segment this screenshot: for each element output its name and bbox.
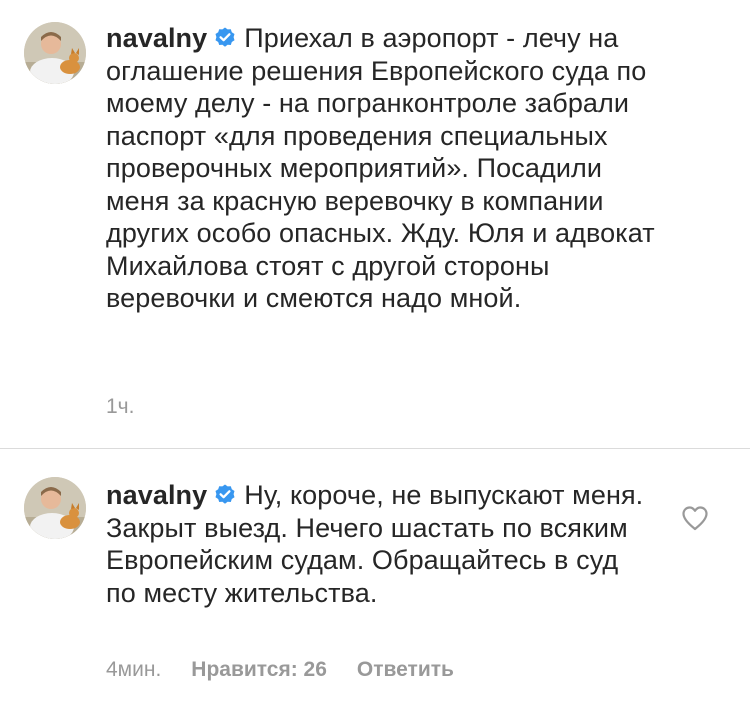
likes-count-button[interactable]: Нравится: 26	[191, 658, 327, 681]
comment: navalny Ну, короче, не выпускают меня. За…	[0, 449, 750, 706]
comment-time: 1ч.	[106, 395, 135, 418]
avatar[interactable]	[24, 477, 86, 539]
comment: navalny Приехал в аэропорт - лечу на огла…	[0, 0, 750, 448]
avatar-photo	[24, 477, 86, 539]
comment-text: Приехал в аэропорт - лечу на оглашение р…	[106, 23, 655, 313]
comment-username[interactable]: navalny	[106, 480, 207, 510]
heart-outline-icon[interactable]	[681, 505, 709, 531]
comment-username[interactable]: navalny	[106, 23, 207, 53]
verified-badge-icon	[213, 26, 237, 50]
avatar-photo	[24, 22, 86, 84]
verified-badge-icon	[213, 483, 237, 507]
comment-meta: 4мин. Нравится: 26 Ответить	[106, 658, 454, 682]
comment-body: navalny Ну, короче, не выпускают меня. За…	[106, 479, 646, 609]
avatar[interactable]	[24, 22, 86, 84]
reply-button[interactable]: Ответить	[357, 658, 454, 681]
comment-body: navalny Приехал в аэропорт - лечу на огла…	[106, 22, 656, 315]
comment-meta: 1ч.	[106, 395, 134, 419]
comment-time: 4мин.	[106, 658, 162, 681]
